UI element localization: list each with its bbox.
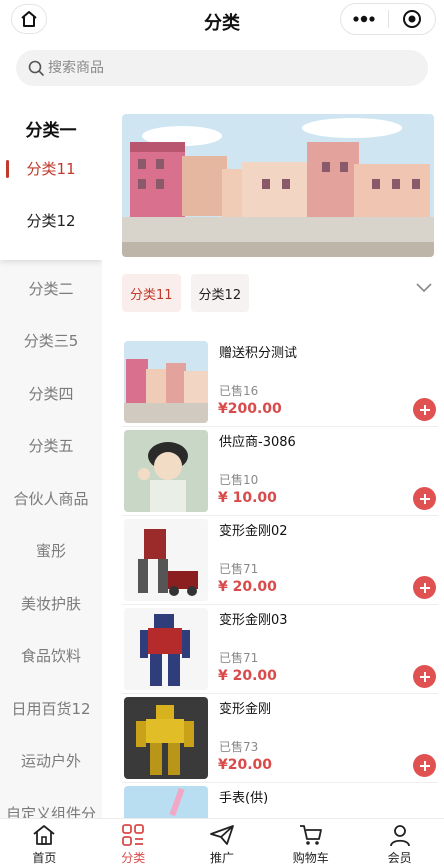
tab-promote[interactable]: 推广	[178, 819, 267, 868]
add-to-cart-button[interactable]	[413, 487, 436, 510]
anime-character-image	[124, 430, 208, 512]
add-to-cart-button[interactable]	[413, 398, 436, 421]
sidebar-item[interactable]: 自定义组件分	[0, 787, 102, 818]
sidebar-item[interactable]: 分类三5	[0, 315, 102, 368]
sidebar-item[interactable]: 运动户外	[0, 735, 102, 788]
tab-label: 会员	[387, 851, 412, 865]
category-sidebar: 分类一 分类11 分类12 分类二 分类三5 分类四 分类五 合伙人商品 蜜彤 …	[0, 98, 102, 818]
plus-icon	[419, 671, 430, 682]
add-to-cart-button[interactable]	[413, 576, 436, 599]
plus-icon	[419, 760, 430, 771]
active-indicator	[6, 160, 9, 178]
sidebar-item[interactable]: 蜜彤	[0, 525, 102, 578]
expand-button[interactable]	[416, 278, 432, 297]
subtab[interactable]: 分类12	[190, 274, 250, 312]
town-banner-image	[122, 114, 434, 257]
more-button[interactable]	[341, 4, 388, 34]
category-content: 分类11 分类12 赠送积分测试 已售16 ¥200.00 供应商-3086 已…	[102, 98, 444, 818]
search-input[interactable]	[48, 60, 408, 76]
tab-cart[interactable]: 购物车	[266, 819, 355, 868]
category-icon	[122, 824, 145, 846]
sidebar-subitem-label: 分类12	[26, 212, 76, 230]
sidebar-subitem-active[interactable]: 分类11	[0, 158, 102, 179]
sidebar-group-title: 分类一	[25, 121, 77, 141]
subtab-active[interactable]: 分类11	[122, 274, 181, 312]
sidebar-item[interactable]: 分类五	[0, 420, 102, 473]
chevron-down-icon	[416, 283, 432, 293]
robot-blue-image	[124, 608, 208, 690]
product-item[interactable]: 变形金刚 已售73 ¥20.00	[122, 694, 438, 783]
sidebar-item[interactable]: 食品饮料	[0, 630, 102, 683]
user-icon	[389, 825, 410, 847]
product-sold: 已售10	[219, 473, 259, 487]
tab-label: 购物车	[292, 851, 329, 865]
sidebar-item[interactable]: 分类二	[0, 262, 102, 315]
product-name: 供应商-3086	[219, 435, 296, 450]
product-name: 变形金刚02	[219, 524, 288, 539]
product-sold: 已售71	[219, 651, 259, 665]
cart-icon	[299, 825, 322, 845]
category-banner[interactable]	[122, 114, 434, 257]
product-name: 变形金刚	[219, 702, 272, 717]
search-icon	[28, 60, 44, 76]
product-thumbnail	[124, 608, 208, 690]
plus-icon	[419, 493, 430, 504]
robot-red-image	[124, 519, 208, 601]
product-item[interactable]: 供应商-3086 已售10 ¥ 10.00	[122, 427, 438, 516]
sidebar-subitem[interactable]: 分类12	[0, 210, 102, 231]
sidebar-subitem-label: 分类11	[26, 160, 76, 178]
subcategory-tabs: 分类11 分类12	[122, 274, 250, 312]
product-price: ¥20.00	[218, 757, 273, 773]
plus-icon	[419, 404, 430, 415]
product-price: ¥ 20.00	[218, 668, 277, 684]
tab-member[interactable]: 会员	[355, 819, 444, 868]
product-name: 变形金刚03	[219, 613, 288, 628]
watch-image	[124, 786, 208, 818]
product-name: 赠送积分测试	[219, 346, 298, 361]
product-thumbnail	[124, 341, 208, 423]
close-button[interactable]	[389, 4, 436, 34]
product-sold: 已售71	[219, 562, 259, 576]
sidebar-group-active[interactable]: 分类一 分类11 分类12	[0, 98, 102, 260]
sidebar-item[interactable]: 美妆护肤	[0, 577, 102, 630]
product-item[interactable]: 变形金刚03 已售71 ¥ 20.00	[122, 605, 438, 694]
product-item[interactable]: 赠送积分测试 已售16 ¥200.00	[122, 338, 438, 427]
product-price: ¥ 10.00	[218, 490, 277, 506]
product-name: 手表(供)	[219, 791, 269, 806]
target-close-icon	[402, 10, 421, 28]
product-sold: 已售16	[219, 384, 259, 398]
tab-category[interactable]: 分类	[89, 819, 178, 868]
bottom-tab-bar: 首页 分类 推广 购物车 会员	[0, 818, 444, 868]
more-dots-icon	[353, 15, 375, 23]
home-icon	[33, 825, 55, 845]
paper-plane-icon	[210, 825, 234, 845]
product-sold: 已售73	[219, 740, 259, 754]
product-thumbnail	[124, 430, 208, 512]
nav-header: 分类	[0, 0, 444, 40]
sidebar-item[interactable]: 日用百货12	[0, 682, 102, 735]
tab-label: 推广	[209, 851, 234, 865]
add-to-cart-button[interactable]	[413, 754, 436, 777]
tab-label: 首页	[32, 851, 57, 865]
product-list: 赠送积分测试 已售16 ¥200.00 供应商-3086 已售10 ¥ 10.0…	[122, 338, 438, 818]
town-image	[124, 341, 208, 423]
product-thumbnail	[124, 519, 208, 601]
sidebar-item[interactable]: 合伙人商品	[0, 472, 102, 525]
product-item[interactable]: 变形金刚02 已售71 ¥ 20.00	[122, 516, 438, 605]
product-thumbnail	[124, 786, 208, 818]
product-price: ¥ 20.00	[218, 579, 277, 595]
sidebar-item[interactable]: 分类四	[0, 367, 102, 420]
tab-home[interactable]: 首页	[0, 819, 89, 868]
tab-label: 分类	[121, 851, 146, 865]
search-bar[interactable]	[16, 50, 428, 86]
plus-icon	[419, 582, 430, 593]
mini-program-capsule	[340, 3, 436, 35]
product-thumbnail	[124, 697, 208, 779]
add-to-cart-button[interactable]	[413, 665, 436, 688]
robot-yellow-image	[124, 697, 208, 779]
product-item[interactable]: 手表(供)	[122, 783, 438, 818]
product-price: ¥200.00	[218, 401, 282, 417]
